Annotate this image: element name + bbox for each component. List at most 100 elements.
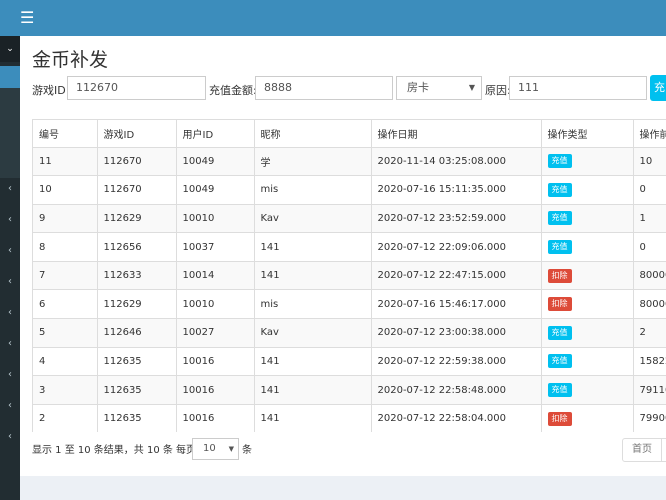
cell-id: 8 [33,232,98,262]
game-id-label: 游戏ID: [32,84,70,97]
cell-type: 充值 [541,147,634,177]
amount-input[interactable]: 8888 [255,76,393,100]
column-header-date[interactable]: 操作日期 [371,120,542,148]
next-page-button[interactable] [661,438,666,462]
table-row: 10 112670 10049 mis 2020-07-16 15:11:35.000 充… [33,175,666,205]
cell-before: 80000 [633,289,666,320]
table-row: 6 112629 10010 mis 2020-07-16 15:46:17.000 扣除… [33,289,666,320]
table-row: 4 112635 10016 141 2020-07-12 22:59:38.000 充值… [33,347,666,377]
cell-nickname: Kav [254,318,372,348]
cell-date: 2020-07-12 23:52:59.000 [371,204,542,234]
cell-nickname: 141 [254,375,372,405]
column-header-user-id[interactable]: 用户ID [176,120,255,148]
table-header-row: 编号 游戏ID 用户ID 昵称 操作日期 操作类型 操作前 [33,120,666,148]
menu-toggle-icon[interactable]: ☰ [20,8,34,28]
cell-game-id: 112629 [97,204,177,234]
sidebar-chevron-icon[interactable]: ‹ [3,307,17,318]
sidebar-chevron-icon[interactable]: ‹ [3,431,17,442]
sidebar-item-active[interactable] [0,66,20,88]
cell-before: 1 [633,204,666,234]
cell-type: 扣除 [541,404,634,432]
cell-nickname: 141 [254,232,372,262]
cell-date: 2020-07-16 15:46:17.000 [371,289,542,320]
cell-game-id: 112646 [97,318,177,348]
operation-type-badge: 充值 [547,182,572,197]
sidebar-chevron-icon[interactable]: ‹ [3,276,17,287]
cell-nickname: 141 [254,261,372,291]
operation-type-badge: 充值 [547,154,572,169]
sidebar-submenu [0,88,20,178]
cell-nickname: 学 [254,147,372,177]
cell-nickname: Kav [254,204,372,234]
column-header-id[interactable]: 编号 [33,120,98,148]
cell-before: 10 [633,147,666,177]
cell-before: 0 [633,175,666,205]
operation-type-badge: 充值 [547,240,572,255]
main-content: 金币补发 游戏ID: 112670 充值金额: 8888 房卡 ▼ 原因: 11… [20,36,666,476]
cell-id: 3 [33,375,98,405]
cell-type: 充值 [541,204,634,234]
pagination-info: 显示 1 至 10 条结果，共 10 条 每页 [32,445,197,456]
cell-date: 2020-07-12 22:58:48.000 [371,375,542,405]
cell-game-id: 112670 [97,147,177,177]
table-row: 9 112629 10010 Kav 2020-07-12 23:52:59.000 充值… [33,204,666,234]
cell-date: 2020-07-12 23:00:38.000 [371,318,542,348]
cell-id: 5 [33,318,98,348]
cell-before: 79110 [633,375,666,405]
operation-type-badge: 充值 [547,211,572,226]
column-header-before[interactable]: 操作前 [633,120,666,148]
table-row: 11 112670 10049 学 2020-11-14 03:25:08.000 充值 1… [33,147,666,177]
cell-date: 2020-11-14 03:25:08.000 [371,147,542,177]
cell-type: 充值 [541,318,634,348]
cell-date: 2020-07-12 22:47:15.000 [371,261,542,291]
game-id-input[interactable]: 112670 [67,76,206,100]
cell-user-id: 10016 [176,347,255,377]
sidebar-chevron-icon[interactable]: ‹ [3,183,17,194]
cell-game-id: 112656 [97,232,177,262]
sidebar-chevron-icon[interactable]: ‹ [3,400,17,411]
top-navbar: ☰ [0,0,666,36]
sidebar-chevron-icon[interactable]: ‹ [3,245,17,256]
recharge-submit-button[interactable]: 充 [650,75,666,101]
reason-input[interactable]: 111 [509,76,647,100]
amount-label: 充值金额: [209,84,257,97]
page-title: 金币补发 [32,49,109,71]
cell-user-id: 10027 [176,318,255,348]
cell-type: 充值 [541,375,634,405]
cell-type: 扣除 [541,289,634,320]
type-select-value: 房卡 [407,81,429,94]
cell-user-id: 10010 [176,289,255,320]
cell-game-id: 112635 [97,347,177,377]
cell-game-id: 112635 [97,404,177,432]
chevron-down-icon: ▼ [468,83,475,92]
sidebar-chevron-icon[interactable]: ‹ [3,338,17,349]
table-row: 8 112656 10037 141 2020-07-12 22:09:06.000 充值… [33,232,666,262]
cell-type: 充值 [541,232,634,262]
cell-type: 扣除 [541,261,634,291]
cell-user-id: 10016 [176,404,255,432]
cell-date: 2020-07-12 22:59:38.000 [371,347,542,377]
table-row: 5 112646 10027 Kav 2020-07-12 23:00:38.000 充值… [33,318,666,348]
cell-date: 2020-07-12 22:58:04.000 [371,404,542,432]
sidebar-chevron-icon[interactable]: ‹ [3,214,17,225]
cell-date: 2020-07-16 15:11:35.000 [371,175,542,205]
type-select[interactable]: 房卡 ▼ [396,76,482,100]
cell-game-id: 112635 [97,375,177,405]
column-header-game-id[interactable]: 游戏ID [97,120,177,148]
cell-user-id: 10010 [176,204,255,234]
operation-type-badge: 扣除 [547,297,572,312]
page-size-select[interactable]: 10 ▼ [192,438,239,460]
cell-before: 15822 [633,347,666,377]
page-size-value: 10 [203,443,216,454]
column-header-nickname[interactable]: 昵称 [254,120,372,148]
first-page-button[interactable]: 首页 [622,438,662,462]
sidebar-collapse-icon[interactable]: ⌄ [0,36,20,62]
cell-game-id: 112629 [97,289,177,320]
cell-user-id: 10037 [176,232,255,262]
sidebar: ⌄ ‹ ‹ ‹ ‹ ‹ ‹ ‹ ‹ ‹ [0,36,20,500]
column-header-type[interactable]: 操作类型 [541,120,634,148]
cell-nickname: mis [254,175,372,205]
cell-id: 2 [33,404,98,432]
cell-nickname: 141 [254,404,372,432]
sidebar-chevron-icon[interactable]: ‹ [3,369,17,380]
